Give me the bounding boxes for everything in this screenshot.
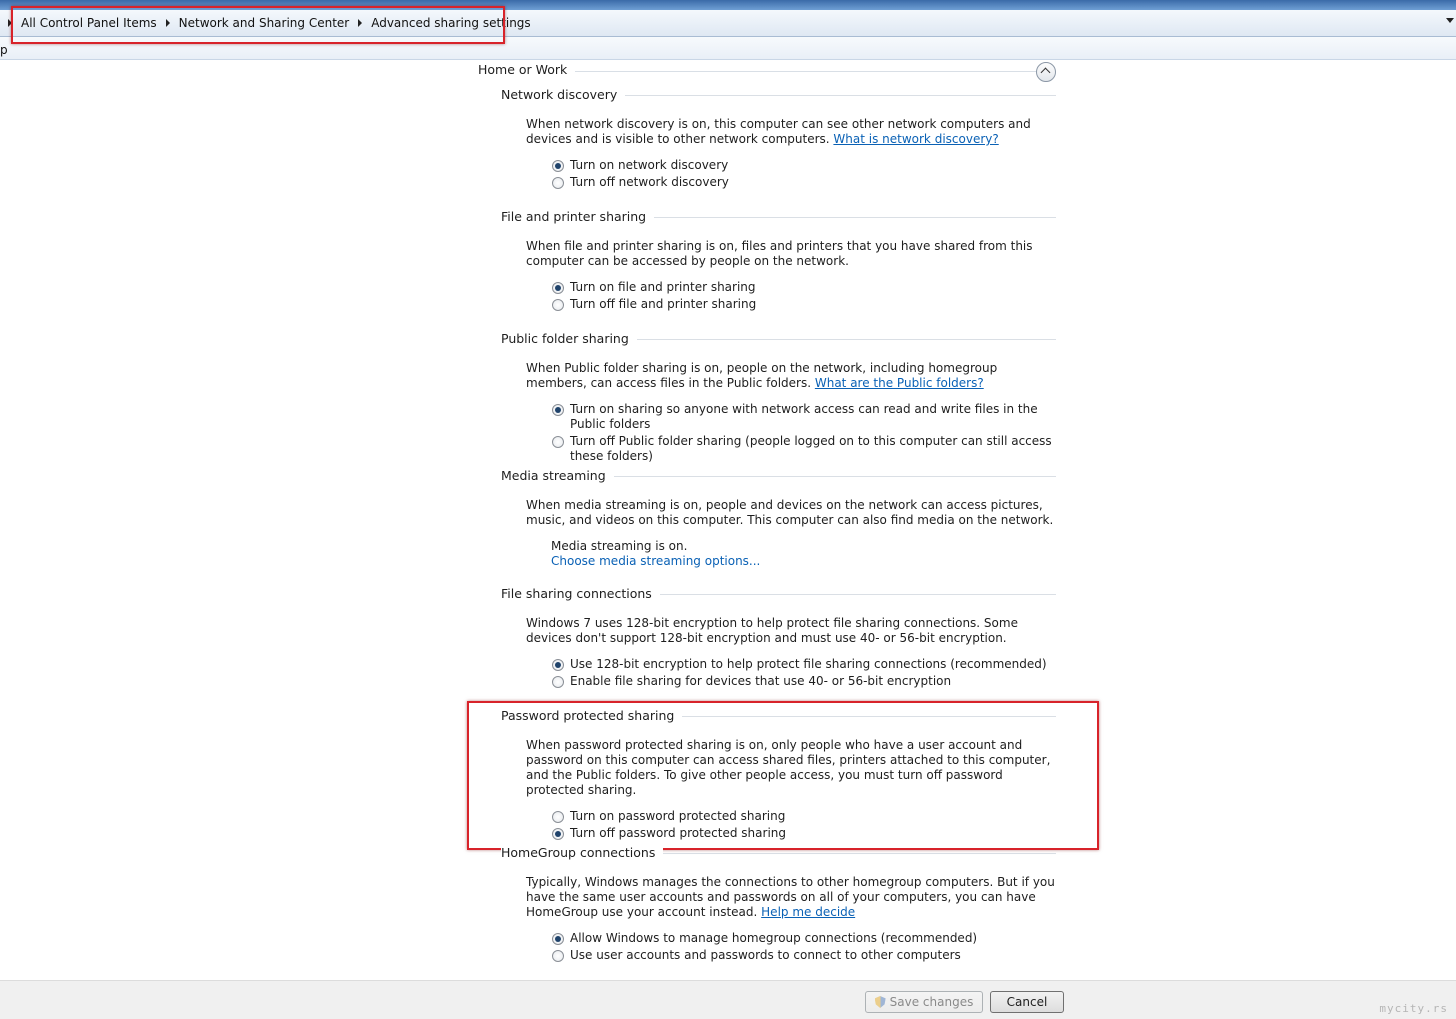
section-media-streaming: Media streaming When media streaming is … [501,468,1056,569]
radio-use-128-bit-encryption[interactable]: Use 128-bit encryption to help protect f… [551,657,1056,672]
radio-button-selected[interactable] [552,282,564,294]
section-network-discovery: Network discovery When network discovery… [501,87,1056,192]
radio-button[interactable] [552,177,564,189]
section-description: When media streaming is on, people and d… [526,498,1054,527]
section-title: File and printer sharing [501,209,655,224]
section-description: When network discovery is on, this compu… [526,117,1031,146]
section-title: Public folder sharing [501,331,637,346]
network-discovery-help-link[interactable]: What is network discovery? [833,132,998,146]
address-dropdown-icon[interactable] [1446,18,1454,23]
media-streaming-status: Media streaming is on. Choose media stre… [551,539,1056,569]
section-description: When file and printer sharing is on, fil… [526,239,1033,268]
radio-group: Use 128-bit encryption to help protect f… [551,657,1056,689]
radio-button-selected[interactable] [552,160,564,172]
radio-group: Allow Windows to manage homegroup connec… [551,931,1056,963]
group-label: Home or Work [478,62,576,77]
section-description: Typically, Windows manages the connectio… [526,875,1055,919]
section-title: Password protected sharing [501,708,683,723]
radio-enable-40-56-bit-encryption[interactable]: Enable file sharing for devices that use… [551,674,1056,689]
radio-turn-on-file-printer-sharing[interactable]: Turn on file and printer sharing [551,280,1056,295]
radio-turn-off-file-printer-sharing[interactable]: Turn off file and printer sharing [551,297,1056,312]
radio-group: Turn on sharing so anyone with network a… [551,402,1056,464]
section-file-sharing-connections: File sharing connections Windows 7 uses … [501,586,1056,691]
uac-shield-icon [874,996,886,1008]
section-description: Windows 7 uses 128-bit encryption to hel… [526,616,1018,645]
bottom-button-bar: Save changes Cancel mycity.rs [0,980,1456,1019]
radio-button-selected[interactable] [552,933,564,945]
section-description: When Public folder sharing is on, people… [526,361,998,390]
section-homegroup-connections: HomeGroup connections Typically, Windows… [501,845,1056,965]
section-title: Network discovery [501,87,626,102]
section-title: File sharing connections [501,586,660,601]
radio-button[interactable] [552,950,564,962]
highlight-box-breadcrumb [11,6,505,44]
radio-use-user-accounts-passwords[interactable]: Use user accounts and passwords to conne… [551,948,1056,963]
radio-turn-off-public-folder-sharing[interactable]: Turn off Public folder sharing (people l… [551,434,1056,464]
radio-button-selected[interactable] [552,659,564,671]
collapse-chevron-up-icon[interactable] [1036,62,1056,82]
section-public-folder-sharing: Public folder sharing When Public folder… [501,331,1056,466]
save-changes-button[interactable]: Save changes [865,991,983,1013]
media-streaming-options-link[interactable]: Choose media streaming options... [551,554,1056,569]
radio-button[interactable] [552,299,564,311]
radio-group: Turn on file and printer sharing Turn of… [551,280,1056,312]
section-title: HomeGroup connections [501,845,664,860]
watermark: mycity.rs [1379,1002,1448,1015]
help-me-decide-link[interactable]: Help me decide [761,905,855,919]
radio-button[interactable] [552,676,564,688]
public-folders-help-link[interactable]: What are the Public folders? [815,376,984,390]
radio-group: Turn on network discovery Turn off netwo… [551,158,1056,190]
highlight-box-password-sharing [467,701,1099,850]
section-title: Media streaming [501,468,614,483]
radio-button[interactable] [552,436,564,448]
radio-button-selected[interactable] [552,404,564,416]
radio-turn-on-public-folder-sharing[interactable]: Turn on sharing so anyone with network a… [551,402,1056,432]
radio-turn-on-network-discovery[interactable]: Turn on network discovery [551,158,1056,173]
toolbar-menu-fragment[interactable]: p [0,43,8,57]
group-header-home-work: Home or Work [478,62,1056,80]
section-file-printer-sharing: File and printer sharing When file and p… [501,209,1056,314]
radio-turn-off-network-discovery[interactable]: Turn off network discovery [551,175,1056,190]
radio-allow-windows-manage-homegroup[interactable]: Allow Windows to manage homegroup connec… [551,931,1056,946]
cancel-button[interactable]: Cancel [990,991,1064,1013]
